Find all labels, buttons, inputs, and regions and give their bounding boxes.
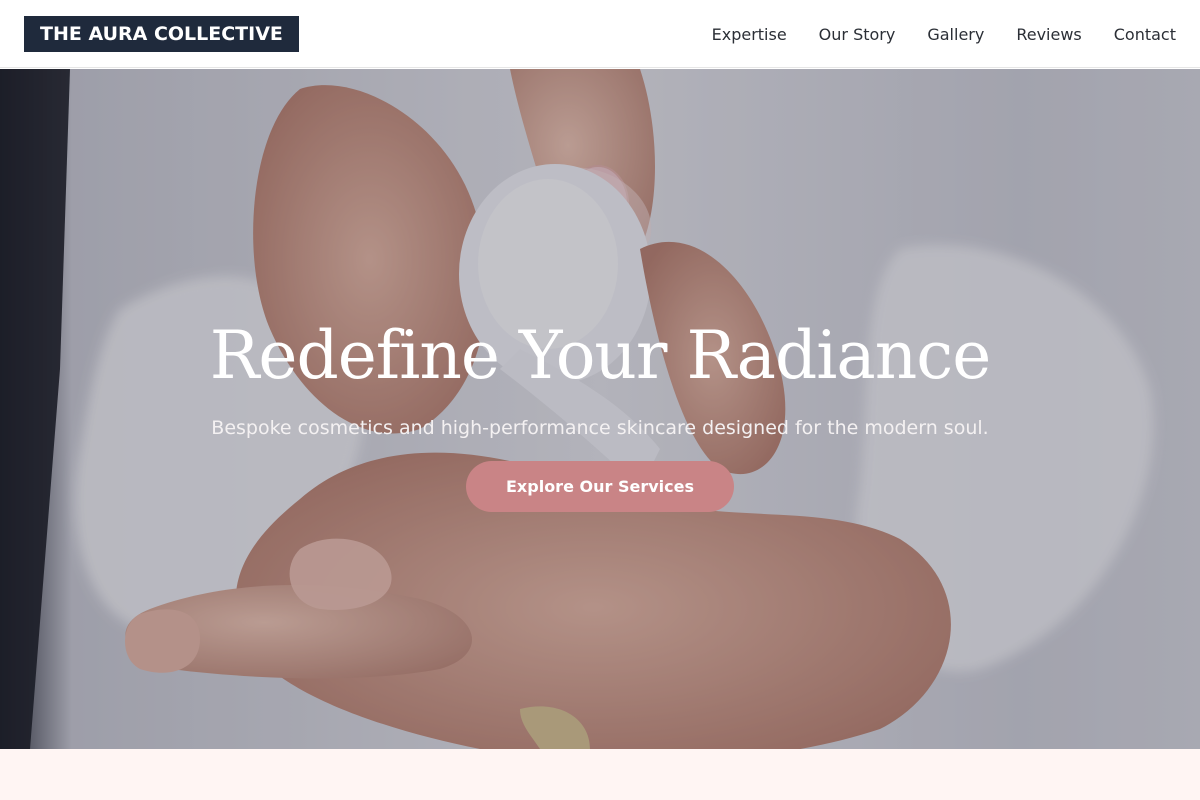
hero-title: Redefine Your Radiance (209, 317, 992, 394)
hero-section: Redefine Your Radiance Bespoke cosmetics… (0, 69, 1200, 749)
nav-link-gallery[interactable]: Gallery (927, 25, 984, 44)
nav-link-our-story[interactable]: Our Story (819, 25, 896, 44)
hero-subtitle: Bespoke cosmetics and high-performance s… (211, 417, 989, 439)
main-nav: Expertise Our Story Gallery Reviews Cont… (712, 0, 1176, 68)
top-navbar: THE AURA COLLECTIVE Expertise Our Story … (0, 0, 1200, 68)
nav-link-expertise[interactable]: Expertise (712, 25, 787, 44)
nav-link-reviews[interactable]: Reviews (1016, 25, 1081, 44)
brand-logo[interactable]: THE AURA COLLECTIVE (24, 16, 299, 52)
explore-services-button[interactable]: Explore Our Services (466, 461, 734, 512)
hero-content: Redefine Your Radiance Bespoke cosmetics… (0, 69, 1200, 749)
nav-link-contact[interactable]: Contact (1114, 25, 1176, 44)
next-section-preview (0, 749, 1200, 800)
